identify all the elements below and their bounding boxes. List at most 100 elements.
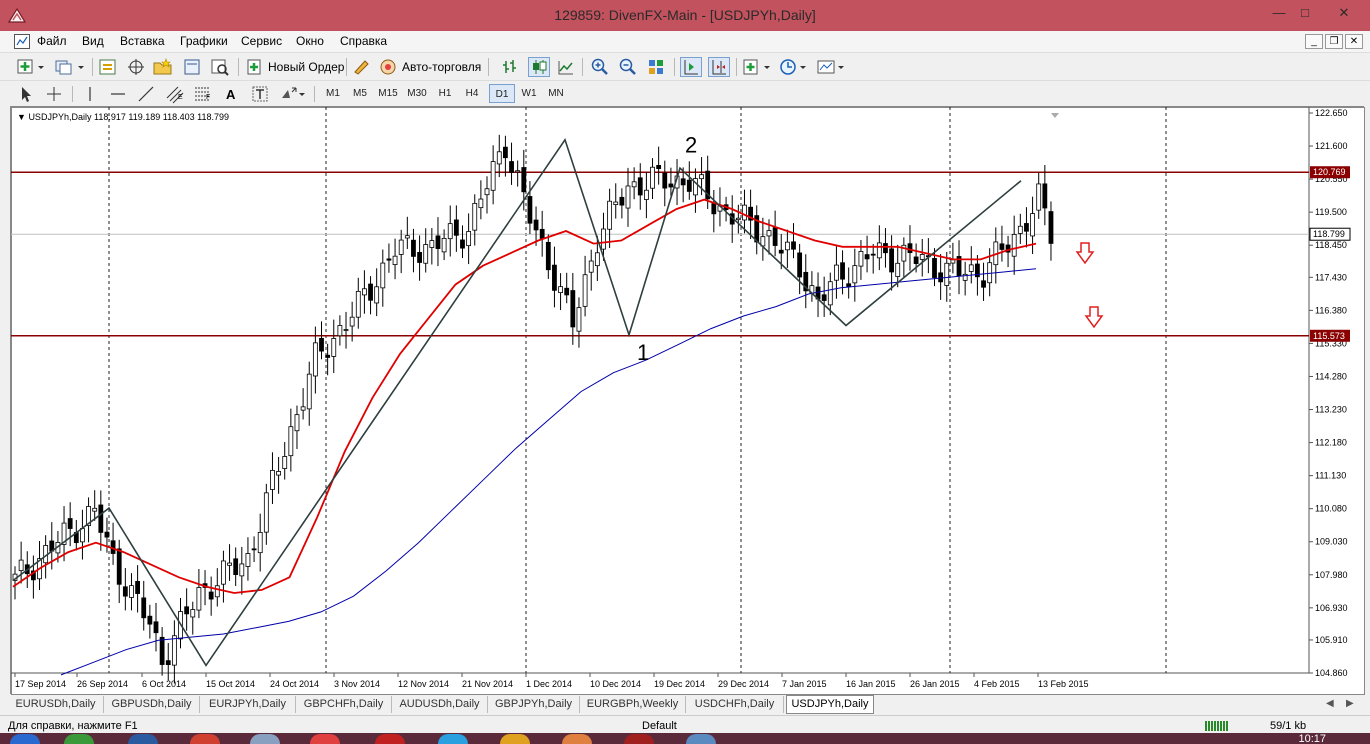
menu-file[interactable]: Файл	[37, 34, 67, 48]
chart-window[interactable]: 122.650 121.600 120.550 119.500 118.450 117.4…	[10, 106, 1365, 695]
candle-body	[864, 254, 870, 260]
menu-view[interactable]: Вид	[82, 34, 104, 48]
profiles-icon[interactable]	[54, 57, 86, 77]
timeframe-m30[interactable]: M30	[403, 84, 431, 103]
zoom-in-icon[interactable]	[590, 57, 610, 77]
tab-scroll-right-icon[interactable]: ▶	[1346, 698, 1354, 709]
tab-gbpjpyh-daily[interactable]: GBPJPYh,Daily	[488, 696, 580, 713]
windows-taskbar: 10:17	[0, 733, 1370, 744]
tab-usdjpyh-daily[interactable]: USDJPYh,Daily	[786, 695, 874, 714]
tab-gbpusdh-daily[interactable]: GBPUSDh,Daily	[104, 696, 200, 713]
line-chart-icon[interactable]	[556, 57, 576, 77]
candle-body	[1042, 183, 1048, 209]
terminal-icon[interactable]	[182, 57, 202, 77]
cursor-icon[interactable]	[16, 84, 36, 104]
horizontal-line-icon[interactable]	[108, 84, 128, 104]
taskbar-app-icon[interactable]	[190, 734, 220, 744]
mdi-minimize-button[interactable]: _	[1305, 34, 1323, 49]
mdi-restore-button[interactable]: ❐	[1325, 34, 1343, 49]
minimize-button[interactable]: —	[1266, 4, 1292, 22]
timeframe-h4[interactable]: H4	[459, 84, 485, 103]
zoom-out-icon[interactable]	[618, 57, 638, 77]
taskbar-app-icon[interactable]	[500, 734, 530, 744]
candle-body	[791, 241, 796, 250]
tab-audusdh-daily[interactable]: AUDUSDh,Daily	[392, 696, 488, 713]
tab-scroll-left-icon[interactable]: ◀	[1326, 698, 1334, 709]
status-profile: Default	[642, 720, 677, 732]
chart-collapse-icon[interactable]: ▼	[17, 112, 26, 122]
menu-window[interactable]: Окно	[296, 34, 324, 48]
new-order-button[interactable]: Новый Ордер	[268, 60, 344, 74]
taskbar-app-icon[interactable]	[310, 734, 340, 744]
close-button[interactable]: ✕	[1326, 4, 1362, 22]
timeframe-m1[interactable]: M1	[320, 84, 346, 103]
taskbar-app-icon[interactable]	[686, 734, 716, 744]
candle-body	[545, 241, 551, 271]
candlestick-icon[interactable]	[528, 57, 550, 77]
tab-gbpchfh-daily[interactable]: GBPCHFh,Daily	[296, 696, 392, 713]
drawing-toolbar: E F A M1 M5 M15 M30 H1 H4 D1 W1 MN	[0, 80, 1370, 106]
menu-insert[interactable]: Вставка	[120, 34, 165, 48]
market-watch-icon[interactable]	[98, 57, 118, 77]
x-tick-label: 29 Dec 2014	[718, 679, 769, 689]
taskbar-app-icon[interactable]	[375, 734, 405, 744]
timeframe-mn[interactable]: MN	[543, 84, 569, 103]
timeframe-h1[interactable]: H1	[432, 84, 458, 103]
text-tool-button[interactable]: A	[226, 87, 235, 107]
timeframe-m15[interactable]: M15	[374, 84, 402, 103]
navigator-folder-icon[interactable]	[152, 57, 174, 77]
candle-body	[668, 183, 674, 188]
candle-body	[478, 198, 484, 209]
timeframe-m5[interactable]: M5	[347, 84, 373, 103]
candle-body	[564, 287, 570, 296]
menu-help[interactable]: Справка	[340, 34, 387, 48]
autotrading-button[interactable]: Авто-торговля	[402, 60, 481, 74]
menu-charts[interactable]: Графики	[180, 34, 228, 48]
tab-eurusdh-daily[interactable]: EURUSDh,Daily	[8, 696, 104, 713]
mdi-close-button[interactable]: ✕	[1345, 34, 1363, 49]
status-help-text: Для справки, нажмите F1	[8, 720, 138, 732]
candle-body	[300, 406, 306, 411]
maximize-button[interactable]: □	[1292, 4, 1318, 22]
metaeditor-icon[interactable]	[352, 57, 372, 77]
start-icon[interactable]	[10, 734, 40, 744]
x-tick-label: 1 Dec 2014	[526, 679, 572, 689]
tile-windows-icon[interactable]	[646, 57, 666, 77]
vertical-line-icon[interactable]	[80, 84, 100, 104]
chart-shift-icon[interactable]	[708, 57, 730, 77]
chart-window-icon[interactable]	[14, 34, 30, 49]
timeframe-d1[interactable]: D1	[489, 84, 515, 103]
autoscroll-icon[interactable]	[680, 57, 702, 77]
candle-body	[398, 239, 404, 255]
timeframe-w1[interactable]: W1	[516, 84, 542, 103]
strategy-tester-icon[interactable]	[210, 57, 230, 77]
taskbar-app-icon[interactable]	[128, 734, 158, 744]
crosshair-navigator-icon[interactable]	[126, 57, 146, 77]
window-title: 129859: DivenFX-Main - [USDJPYh,Daily]	[554, 7, 816, 23]
new-chart-icon[interactable]	[16, 57, 46, 77]
price-chart[interactable]: 122.650121.600120.550119.500118.450117.4…	[11, 107, 1365, 695]
taskbar-app-icon[interactable]	[438, 734, 468, 744]
text-label-icon[interactable]	[250, 84, 270, 104]
taskbar-app-icon[interactable]	[562, 734, 592, 744]
y-tick-label: 112.180	[1315, 438, 1347, 448]
candle-body	[411, 239, 416, 257]
tab-eurgbph-weekly[interactable]: EURGBPh,Weekly	[580, 696, 686, 713]
periods-clock-icon[interactable]	[778, 57, 810, 77]
crosshair-icon[interactable]	[44, 84, 64, 104]
candle-body	[883, 243, 888, 254]
tab-usdchfh-daily[interactable]: USDCHFh,Daily	[686, 696, 784, 713]
taskbar-app-icon[interactable]	[64, 734, 94, 744]
bar-chart-icon[interactable]	[500, 57, 520, 77]
taskbar-app-icon[interactable]	[250, 734, 280, 744]
trendline-icon[interactable]	[136, 84, 156, 104]
indicators-icon[interactable]	[742, 57, 774, 77]
menu-tools[interactable]: Сервис	[241, 34, 282, 48]
fibonacci-icon[interactable]	[192, 84, 214, 104]
taskbar-app-icon[interactable]	[624, 734, 654, 744]
tab-eurjpyh-daily[interactable]: EURJPYh,Daily	[200, 696, 296, 713]
templates-icon[interactable]	[816, 57, 848, 77]
arrows-shapes-icon[interactable]	[278, 84, 308, 104]
candle-body	[98, 504, 104, 533]
status-bar: Для справки, нажмите F1 Default 59/1 kb	[0, 715, 1370, 733]
